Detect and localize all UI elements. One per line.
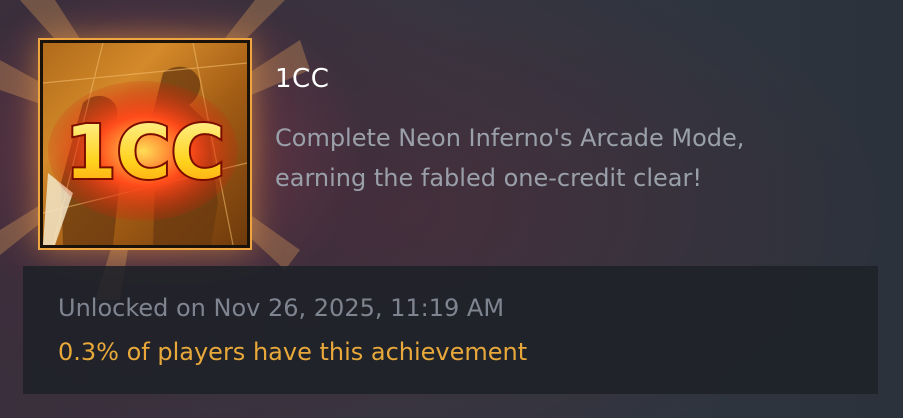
rarity-text: 0.3% of players have this achievement	[58, 338, 528, 366]
achievement-description: Complete Neon Inferno's Arcade Mode, ear…	[275, 124, 745, 192]
achievement-title: 1CC	[275, 64, 330, 94]
achievement-card: 1CC 1CC Complete Neon Inferno's Arcade M…	[0, 0, 903, 418]
unlock-date: Unlocked on Nov 26, 2025, 11:19 AM	[58, 294, 505, 322]
icon-label: 1CC	[65, 110, 225, 196]
achievement-icon: 1CC	[38, 38, 252, 250]
unlock-info-panel: Unlocked on Nov 26, 2025, 11:19 AM 0.3% …	[23, 266, 878, 394]
